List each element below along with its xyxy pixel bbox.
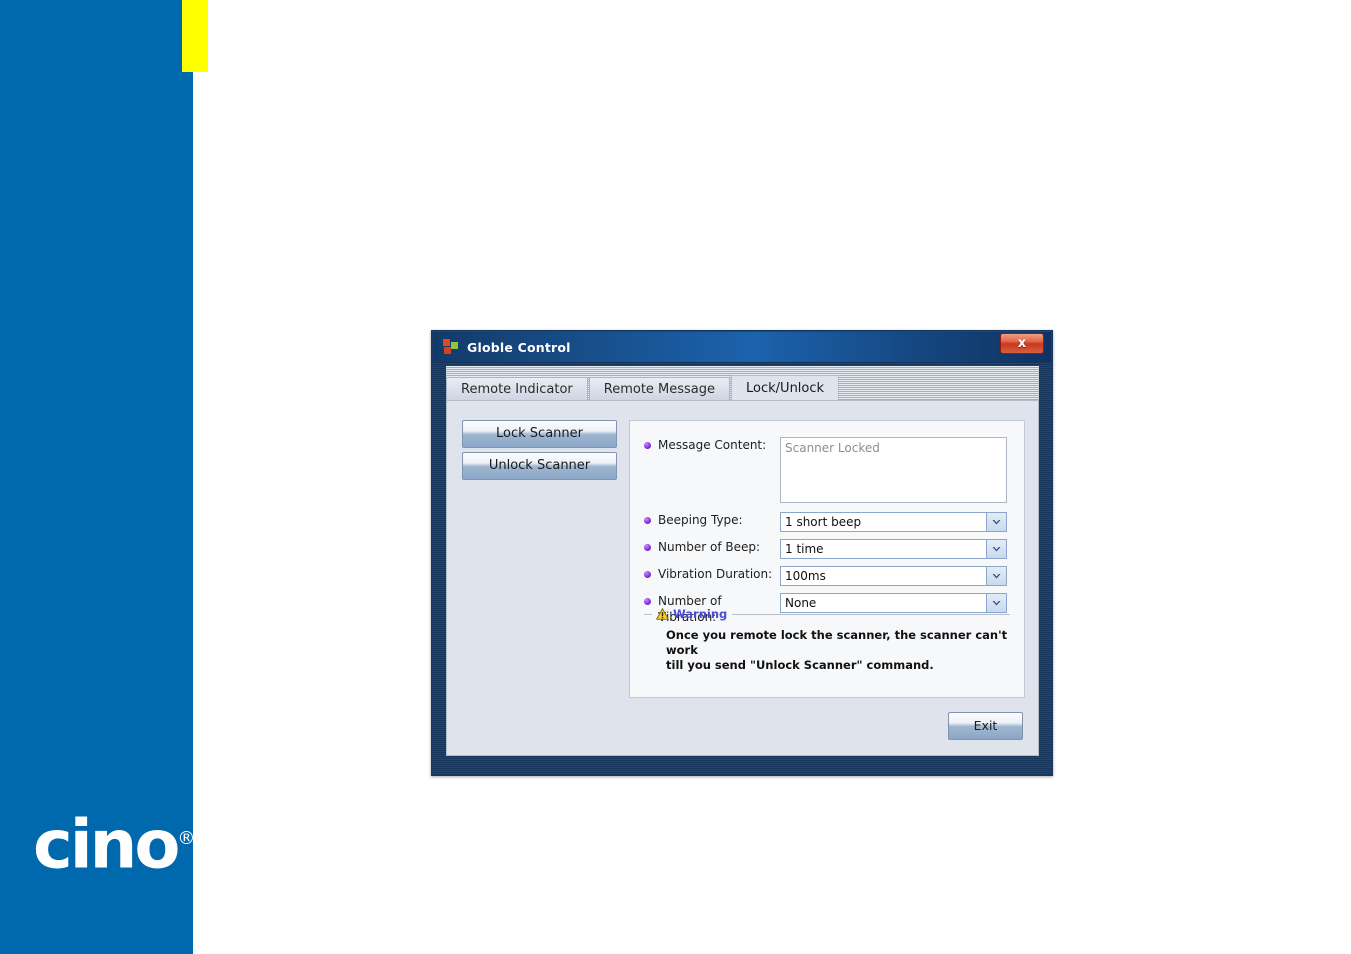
- vibration-duration-value: 100ms: [785, 569, 826, 583]
- warning-legend: Warning: [644, 607, 1010, 621]
- bullet-icon: [644, 442, 651, 449]
- accent-bar: [182, 0, 208, 72]
- beeping-type-value: 1 short beep: [785, 515, 862, 529]
- close-button[interactable]: x: [1000, 333, 1044, 354]
- warning-text: Once you remote lock the scanner, the sc…: [666, 628, 1010, 673]
- number-of-beep-select[interactable]: 1 time: [780, 539, 1007, 559]
- field-message-content: Message Content:: [644, 437, 1007, 503]
- app-blocks-icon: [443, 339, 459, 355]
- bullet-icon: [644, 544, 651, 551]
- beeping-type-select[interactable]: 1 short beep: [780, 512, 1007, 532]
- vibration-duration-label: Vibration Duration:: [658, 567, 773, 581]
- legend-rule-right: [732, 613, 1010, 615]
- chevron-down-icon[interactable]: [986, 540, 1006, 558]
- warning-text-line-1: Once you remote lock the scanner, the sc…: [666, 628, 1008, 657]
- close-icon: x: [1017, 336, 1027, 351]
- bullet-icon: [644, 598, 651, 605]
- unlock-scanner-button[interactable]: Unlock Scanner: [462, 452, 617, 480]
- legend-rule-left: [644, 613, 652, 615]
- brand-logo-text: cino: [33, 805, 180, 884]
- tab-remote-message[interactable]: Remote Message: [588, 377, 731, 401]
- bullet-icon: [644, 571, 651, 578]
- brand-logo: cino®: [33, 808, 195, 878]
- chevron-down-icon[interactable]: [986, 567, 1006, 585]
- field-vibration-duration: Vibration Duration: 100ms: [644, 566, 1007, 586]
- warning-group: Warning Once you remote lock the scanner…: [644, 607, 1010, 673]
- lock-unlock-tab-panel: Lock Scanner Unlock Scanner Message Cont…: [446, 400, 1039, 756]
- beeping-type-label: Beeping Type:: [658, 513, 743, 527]
- tab-lock-unlock[interactable]: Lock/Unlock: [731, 375, 840, 401]
- message-content-label: Message Content:: [658, 438, 767, 452]
- warning-triangle-icon: [656, 608, 669, 620]
- tab-strip: Remote Indicator Remote Message Lock/Unl…: [446, 375, 1039, 401]
- field-beeping-type: Beeping Type: 1 short beep: [644, 512, 1007, 532]
- dialog-title-bar: Globle Control x: [433, 332, 1051, 362]
- warning-text-line-2: till you send "Unlock Scanner" command.: [666, 658, 934, 672]
- field-number-of-beep: Number of Beep: 1 time: [644, 539, 1007, 559]
- lock-scanner-button[interactable]: Lock Scanner: [462, 420, 617, 448]
- settings-panel: Message Content: Beeping Type: 1 short b…: [629, 420, 1025, 698]
- chevron-down-icon[interactable]: [986, 513, 1006, 531]
- action-button-group: Lock Scanner Unlock Scanner: [462, 420, 617, 484]
- tab-remote-indicator[interactable]: Remote Indicator: [446, 377, 588, 401]
- globle-control-dialog: Globle Control x Remote Indicator Remote…: [431, 330, 1053, 776]
- message-content-input[interactable]: [780, 437, 1007, 503]
- dialog-title: Globle Control: [467, 339, 571, 355]
- bullet-icon: [644, 517, 651, 524]
- registered-mark-icon: ®: [177, 828, 196, 849]
- number-of-beep-label: Number of Beep:: [658, 540, 761, 554]
- warning-title: Warning: [673, 607, 728, 621]
- number-of-beep-value: 1 time: [785, 542, 824, 556]
- exit-button[interactable]: Exit: [948, 712, 1023, 740]
- vibration-duration-select[interactable]: 100ms: [780, 566, 1007, 586]
